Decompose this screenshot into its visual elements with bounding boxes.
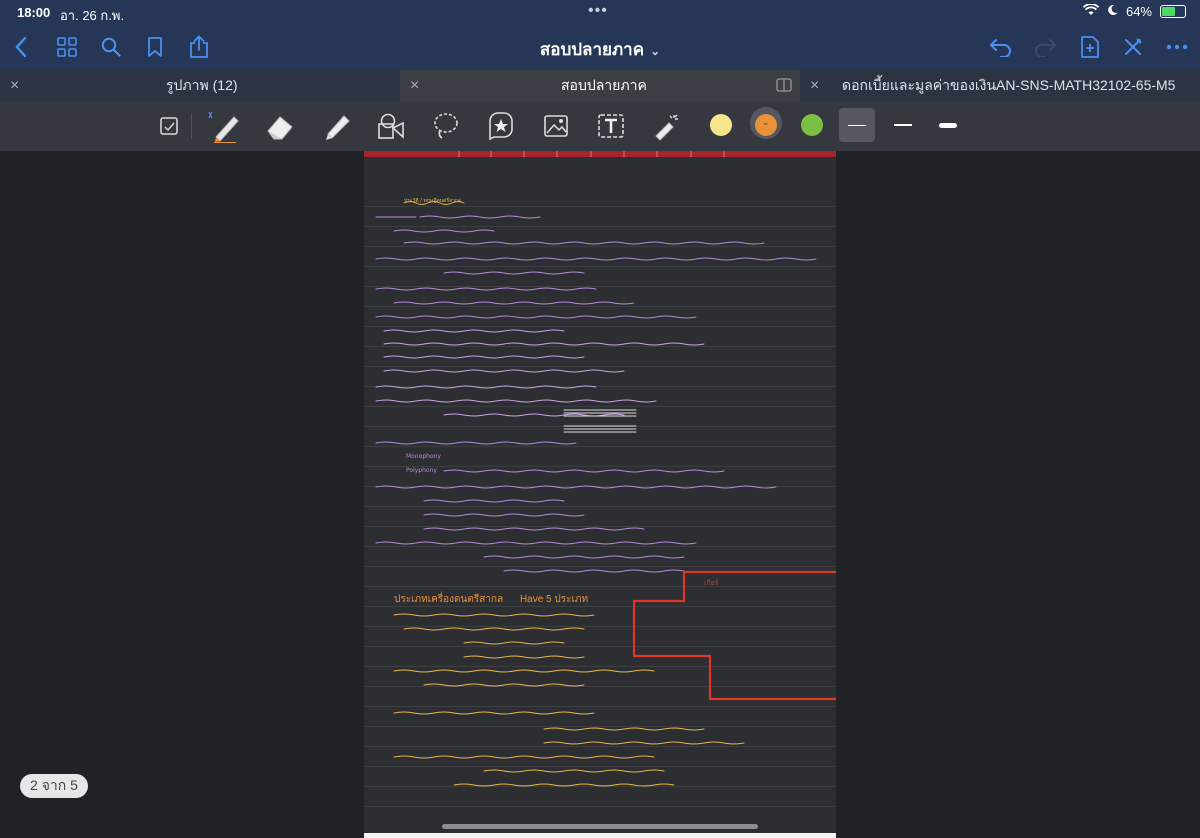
eraser-icon bbox=[267, 116, 293, 140]
close-icon[interactable]: × bbox=[410, 77, 419, 95]
multitasking-dots-icon[interactable]: ••• bbox=[588, 2, 608, 20]
document-title[interactable]: สอบปลายภาค ⌄ bbox=[0, 36, 1200, 63]
add-page-icon bbox=[1081, 36, 1099, 58]
moon-icon bbox=[1107, 4, 1118, 19]
laser-pointer-icon bbox=[655, 114, 678, 141]
thickness-thick-button[interactable] bbox=[930, 108, 966, 142]
more-icon bbox=[1166, 44, 1188, 50]
pencil-x-icon bbox=[1125, 38, 1142, 55]
color-green-swatch[interactable] bbox=[801, 114, 823, 136]
note-side-label: เกียร์ bbox=[704, 579, 719, 587]
document-tabs: × รูปภาพ (12) × สอบปลายภาค × ดอกเบี้ยและ… bbox=[0, 70, 1200, 101]
tab-final-exam[interactable]: × สอบปลายภาค bbox=[400, 70, 800, 101]
image-tool-button[interactable] bbox=[538, 109, 574, 143]
lasso-tool-button[interactable] bbox=[428, 109, 464, 143]
navigation-bar: สอบปลายภาค ⌄ bbox=[0, 24, 1200, 70]
thickness-thin-button[interactable] bbox=[839, 108, 875, 142]
elements-tool-button[interactable] bbox=[483, 109, 519, 143]
thin-line-icon bbox=[848, 124, 866, 126]
tablet-pen-icon bbox=[160, 117, 178, 135]
page-indicator[interactable]: 2 จาก 5 bbox=[20, 774, 88, 798]
split-view-icon[interactable] bbox=[776, 78, 792, 95]
chevron-down-icon: ⌄ bbox=[762, 117, 770, 127]
sticker-star-icon bbox=[489, 112, 513, 141]
horizontal-scrollbar[interactable] bbox=[442, 824, 758, 829]
wifi-icon bbox=[1082, 3, 1100, 19]
chevron-down-icon: ⌄ bbox=[650, 44, 661, 58]
note-heading-small: ประวัติ / ทฤษฎีดนตรีสากล bbox=[404, 198, 461, 204]
tab-images[interactable]: × รูปภาพ (12) bbox=[0, 70, 400, 101]
medium-line-icon bbox=[894, 124, 912, 126]
pen-icon bbox=[208, 111, 239, 143]
highlighter-icon bbox=[326, 115, 350, 140]
read-only-button[interactable] bbox=[152, 109, 188, 143]
next-page-edge bbox=[364, 833, 836, 838]
handwritten-notes bbox=[375, 201, 836, 787]
text-box-icon bbox=[598, 114, 624, 138]
thick-line-icon bbox=[939, 122, 957, 128]
thickness-medium-button[interactable] bbox=[885, 108, 921, 142]
image-icon bbox=[544, 115, 568, 137]
lasso-icon bbox=[434, 113, 458, 139]
more-button[interactable] bbox=[1162, 32, 1192, 62]
redo-icon bbox=[1035, 39, 1057, 57]
undo-icon bbox=[989, 39, 1011, 57]
shapes-tool-button[interactable] bbox=[373, 109, 409, 143]
laser-pointer-button[interactable] bbox=[648, 109, 684, 143]
status-bar: 18:00 อา. 26 ก.พ. ••• 64% bbox=[0, 0, 1200, 24]
clock: 18:00 bbox=[17, 5, 51, 20]
date: อา. 26 ก.พ. bbox=[60, 8, 125, 23]
note-term-monophony: Monophony bbox=[406, 453, 441, 460]
close-icon[interactable]: × bbox=[810, 77, 819, 95]
note-section-title: ประเภทเครื่องดนตรีสากล Have 5 ประเภท bbox=[394, 594, 589, 605]
battery-percent: 64% bbox=[1125, 4, 1152, 19]
eraser-tool-button[interactable] bbox=[262, 109, 298, 143]
tab-interest-money[interactable]: × ดอกเบี้ยและมูลค่าของเงินAN-SNS-MATH321… bbox=[800, 70, 1200, 101]
color-yellow-swatch[interactable] bbox=[710, 114, 732, 136]
pen-tool-button[interactable] bbox=[206, 109, 242, 143]
annotation-toolbar bbox=[0, 101, 1200, 151]
close-icon[interactable]: × bbox=[10, 77, 19, 95]
color-orange-swatch[interactable]: ⌄ bbox=[755, 114, 777, 136]
notebook-page[interactable]: ประวัติ / ทฤษฎีดนตรีสากล Monophony Polyp… bbox=[364, 151, 836, 838]
text-tool-button[interactable] bbox=[593, 109, 629, 143]
undo-button[interactable] bbox=[986, 32, 1016, 62]
shapes-icon bbox=[378, 113, 404, 139]
battery-icon bbox=[1160, 5, 1186, 18]
note-term-polyphony: Polyphony bbox=[406, 467, 437, 474]
highlighter-tool-button[interactable] bbox=[318, 109, 354, 143]
add-page-button[interactable] bbox=[1075, 32, 1105, 62]
close-toolbar-button[interactable] bbox=[1118, 32, 1148, 62]
red-annotation-outline bbox=[632, 570, 836, 701]
toolbar-divider bbox=[191, 113, 192, 139]
redo-button[interactable] bbox=[1030, 32, 1060, 62]
